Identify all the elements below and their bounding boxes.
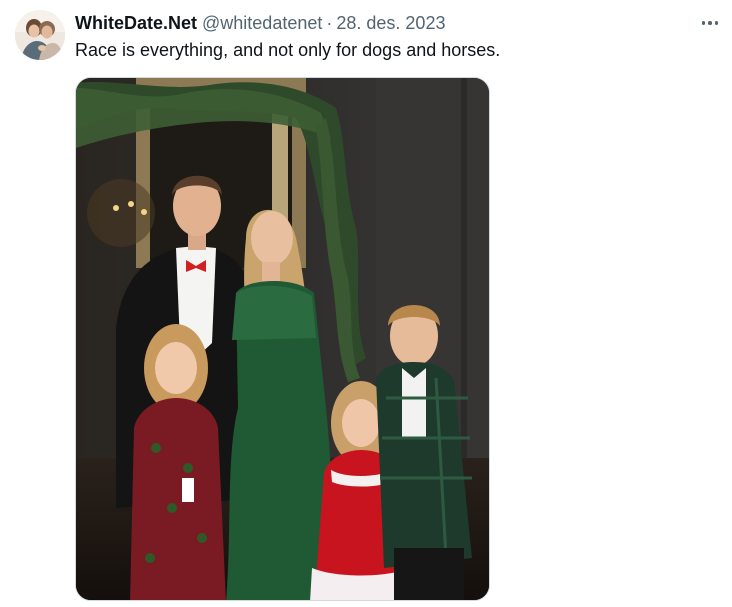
timestamp[interactable]: 28. des. 2023 <box>336 11 445 35</box>
user-handle[interactable]: @whitedatenet <box>202 11 322 35</box>
more-horizontal-icon <box>700 21 720 25</box>
display-name[interactable]: WhiteDate.Net <box>75 11 197 35</box>
tweet[interactable]: WhiteDate.Net @whitedatenet · 28. des. 2… <box>0 0 732 607</box>
family-portrait-image <box>76 78 489 600</box>
tweet-media-photo[interactable] <box>75 77 490 601</box>
tweet-header: WhiteDate.Net @whitedatenet · 28. des. 2… <box>75 11 445 35</box>
header-separator: · <box>326 13 333 33</box>
avatar[interactable] <box>15 10 65 60</box>
tweet-text: Race is everything, and not only for dog… <box>75 40 501 60</box>
more-button[interactable] <box>694 9 726 37</box>
